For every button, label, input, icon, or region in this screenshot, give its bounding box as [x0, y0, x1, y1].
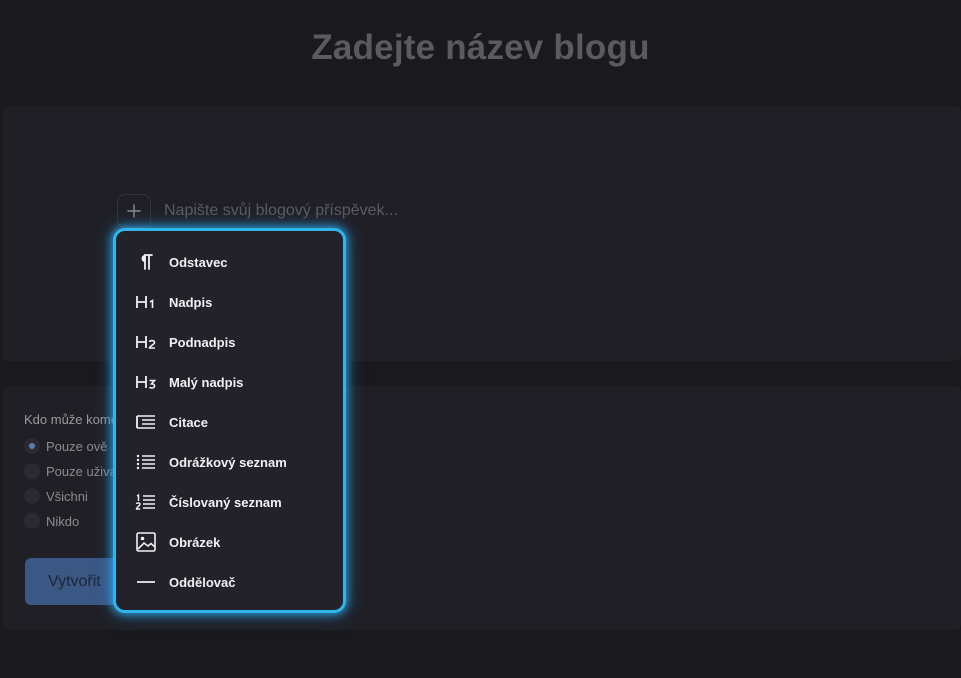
menu-item-bullet-list[interactable]: Odrážkový seznam: [135, 448, 335, 476]
radio-option-users[interactable]: Pouze uživa: [24, 463, 117, 479]
radio-button[interactable]: [24, 463, 40, 479]
menu-item-label: Malý nadpis: [169, 374, 244, 390]
post-body-input[interactable]: Napište svůj blogový příspěvek...: [164, 202, 398, 220]
menu-item-image[interactable]: Obrázek: [135, 528, 335, 556]
menu-item-subheading[interactable]: Podnadpis: [135, 328, 335, 356]
radio-label: Všichni: [46, 488, 88, 504]
heading-2-icon: [135, 331, 157, 353]
plus-icon: [127, 204, 141, 218]
menu-item-label: Odrážkový seznam: [169, 454, 287, 470]
menu-item-label: Obrázek: [169, 534, 221, 550]
radio-label: Pouze ově: [46, 438, 108, 454]
menu-item-small-heading[interactable]: Malý nadpis: [135, 368, 335, 396]
radio-label: Pouze uživa: [46, 463, 117, 479]
blog-title-input[interactable]: Zadejte název blogu: [0, 28, 961, 68]
radio-label: Nikdo: [46, 513, 80, 529]
menu-item-label: Citace: [169, 414, 209, 430]
comments-permission-label: Kdo může kome: [24, 412, 118, 427]
radio-option-verified[interactable]: Pouze ově: [24, 438, 107, 454]
radio-option-everyone[interactable]: Všichni: [24, 488, 88, 504]
radio-button[interactable]: [24, 438, 40, 454]
numbered-list-icon: [135, 491, 157, 513]
heading-3-icon: [135, 371, 157, 393]
menu-item-divider[interactable]: Oddělovač: [135, 568, 335, 596]
add-block-button[interactable]: [117, 194, 151, 228]
menu-item-label: Odstavec: [169, 254, 228, 270]
bullet-list-icon: [135, 451, 157, 473]
menu-item-heading[interactable]: Nadpis: [135, 288, 335, 316]
radio-button[interactable]: [24, 488, 40, 504]
menu-item-label: Podnadpis: [169, 334, 236, 350]
radio-option-nobody[interactable]: Nikdo: [24, 513, 79, 529]
menu-item-paragraph[interactable]: Odstavec: [135, 248, 335, 276]
menu-item-numbered-list[interactable]: Číslovaný seznam: [135, 488, 335, 516]
blog-editor-page: Zadejte název blogu Napište svůj blogový…: [0, 0, 961, 678]
menu-item-label: Oddělovač: [169, 574, 236, 590]
radio-button[interactable]: [24, 513, 40, 529]
heading-1-icon: [135, 291, 157, 313]
menu-item-label: Číslovaný seznam: [169, 494, 282, 510]
quote-icon: [135, 411, 157, 433]
menu-item-quote[interactable]: Citace: [135, 408, 335, 436]
image-icon: [135, 531, 157, 553]
block-type-menu: Odstavec Nadpis Podnadpis Malý nadpis Ci…: [113, 228, 346, 613]
paragraph-icon: [135, 251, 157, 273]
divider-icon: [135, 571, 157, 593]
menu-item-label: Nadpis: [169, 294, 213, 310]
